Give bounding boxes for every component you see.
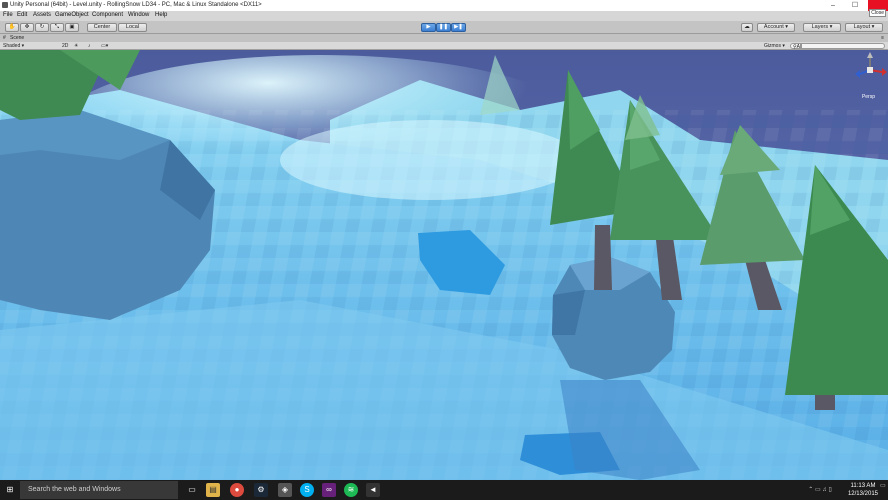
unity-taskbar-icon[interactable]: ◈ <box>278 483 292 497</box>
layers-label: Layers <box>811 24 829 30</box>
taskbar-clock[interactable]: 11:13 AM 12/13/2015 <box>848 482 878 498</box>
minimize-button[interactable]: – <box>822 0 844 11</box>
menu-gameobject[interactable]: GameObject <box>55 12 89 18</box>
maximize-button[interactable]: ☐ <box>844 0 866 11</box>
start-button[interactable]: ⊞ <box>3 483 17 497</box>
menu-window[interactable]: Window <box>128 12 149 18</box>
notifications-icon[interactable]: ▭ <box>880 482 886 498</box>
chrome-icon[interactable]: ● <box>230 483 244 497</box>
effects-icon[interactable]: ▭▾ <box>101 43 108 49</box>
layout-label: Layout <box>853 24 871 30</box>
account-label: Account <box>763 24 784 30</box>
play-button[interactable]: ▶ <box>421 23 436 32</box>
scene-viewport[interactable]: Persp <box>0 50 888 480</box>
move-tool-button[interactable]: ✥ <box>20 23 34 32</box>
cloud-button[interactable]: ☁ <box>741 23 753 32</box>
space-toggle[interactable]: Local <box>118 23 147 32</box>
file-explorer-icon[interactable]: ▤ <box>206 483 220 497</box>
shading-mode-dropdown[interactable]: Shaded ▾ <box>3 43 24 49</box>
scene-tab[interactable]: Scene <box>10 35 24 41</box>
tab-menu-icon[interactable]: ≡ <box>881 35 884 41</box>
space-label: Local <box>125 24 140 30</box>
spotify-icon[interactable]: ≋ <box>344 483 358 497</box>
account-dropdown[interactable]: Account ▾ <box>757 23 795 32</box>
close-tooltip: Close <box>869 9 886 17</box>
pivot-toggle[interactable]: Center <box>87 23 117 32</box>
pause-button[interactable]: ❚❚ <box>436 23 451 32</box>
rect-icon: ▣ <box>69 24 75 30</box>
menu-edit[interactable]: Edit <box>17 12 27 18</box>
scene-render <box>0 50 888 480</box>
cloud-icon: ☁ <box>744 24 750 30</box>
rotate-icon: ↻ <box>39 24 45 30</box>
rotate-tool-button[interactable]: ↻ <box>35 23 49 32</box>
windows-taskbar: ⊞ Search the web and Windows ▭ ▤ ● ⚙ ◈ S… <box>0 480 888 500</box>
task-view-icon[interactable]: ▭ <box>185 483 199 497</box>
scene-view-toolbar: Shaded ▾ 2D ☀ ♪ ▭▾ Gizmos ▾ ⚲All <box>0 42 888 50</box>
menu-assets[interactable]: Assets <box>33 12 51 18</box>
hand-icon: ✋ <box>8 24 16 30</box>
clock-time: 11:13 AM <box>850 483 876 489</box>
step-icon: ▶❚ <box>454 24 463 30</box>
menu-component[interactable]: Component <box>92 12 123 18</box>
scale-icon: ⤡ <box>54 24 60 30</box>
clock-date: 12/13/2015 <box>847 491 878 497</box>
move-icon: ✥ <box>24 24 30 30</box>
step-button[interactable]: ▶❚ <box>451 23 466 32</box>
menu-bar: File Edit Assets GameObject Component Wi… <box>0 11 888 21</box>
pause-icon: ❚❚ <box>438 24 449 30</box>
unity-editor-taskbar-icon[interactable]: ◄ <box>366 483 380 497</box>
gizmos-dropdown[interactable]: Gizmos ▾ <box>764 43 785 49</box>
mode-2d-toggle[interactable]: 2D <box>62 43 68 49</box>
system-tray-icons[interactable]: ⌃ ▭ ♫ ▯ <box>800 483 840 497</box>
persp-label: Persp <box>861 94 875 100</box>
rect-tool-button[interactable]: ▣ <box>65 23 79 32</box>
layers-dropdown[interactable]: Layers ▾ <box>803 23 841 32</box>
scene-search-input[interactable]: ⚲All <box>790 43 885 50</box>
main-toolbar: ✋ ✥ ↻ ⤡ ▣ Center Local ▶ ❚❚ ▶❚ ☁ Account… <box>0 21 888 34</box>
taskbar-search-placeholder: Search the web and Windows <box>28 486 121 493</box>
taskbar-search-input[interactable]: Search the web and Windows <box>20 481 178 499</box>
steam-icon[interactable]: ⚙ <box>254 483 268 497</box>
windows-logo-icon: ⊞ <box>6 485 14 494</box>
visual-studio-icon[interactable]: ∞ <box>322 483 336 497</box>
hand-tool-button[interactable]: ✋ <box>5 23 19 32</box>
play-icon: ▶ <box>426 24 431 30</box>
shading-mode-label: Shaded <box>3 43 21 49</box>
window-titlebar: Unity Personal (64bit) - Level.unity - R… <box>0 0 888 17</box>
scene-tab-strip: # Scene ≡ <box>0 34 888 42</box>
window-title: Unity Personal (64bit) - Level.unity - R… <box>10 2 262 8</box>
audio-icon[interactable]: ♪ <box>88 43 91 49</box>
menu-help[interactable]: Help <box>155 12 167 18</box>
layout-dropdown[interactable]: Layout ▾ <box>845 23 883 32</box>
menu-file[interactable]: File <box>3 12 13 18</box>
scale-tool-button[interactable]: ⤡ <box>50 23 64 32</box>
skype-icon[interactable]: S <box>300 483 314 497</box>
scene-tab-icon: # <box>3 35 6 41</box>
pivot-label: Center <box>93 24 111 30</box>
gizmos-label: Gizmos <box>764 43 781 49</box>
unity-icon <box>2 2 8 8</box>
lighting-icon[interactable]: ☀ <box>74 43 78 49</box>
